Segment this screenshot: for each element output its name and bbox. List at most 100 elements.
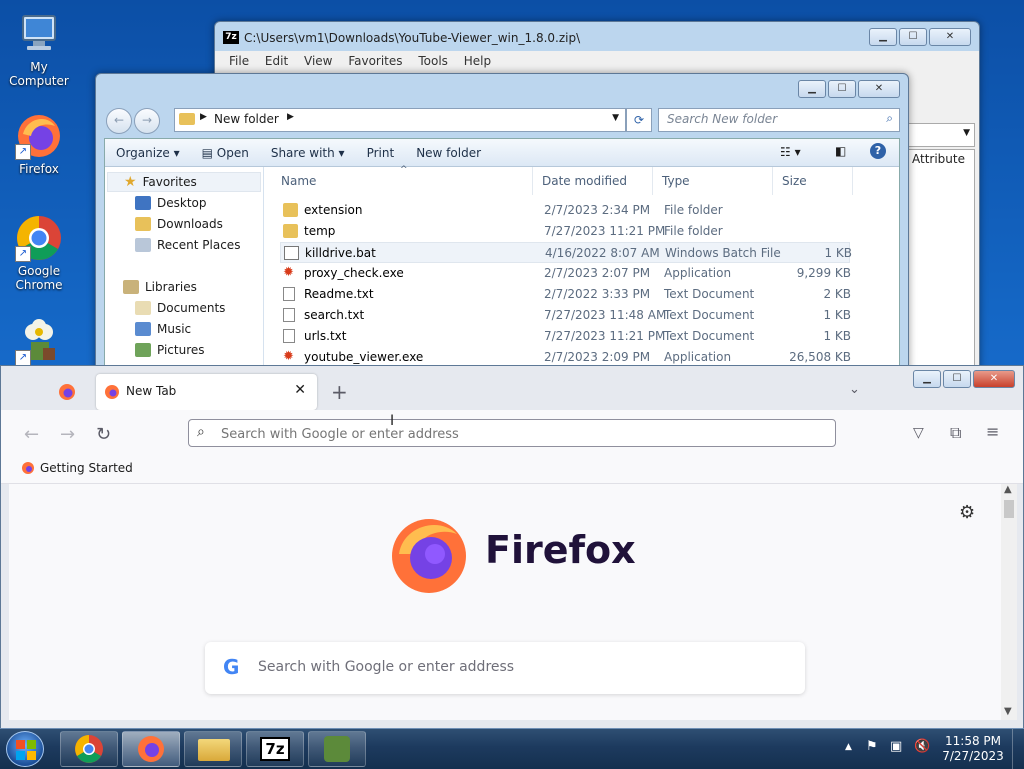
- close-tab-icon[interactable]: ✕: [294, 382, 306, 398]
- folder-icon: [283, 224, 298, 238]
- preview-pane-icon[interactable]: ◧: [835, 144, 846, 158]
- taskbar-7zip[interactable]: 7z: [246, 731, 304, 767]
- back-arrow-icon[interactable]: ←: [24, 424, 39, 445]
- file-list: Name ^ Date modified Type Size extension…: [272, 165, 899, 373]
- column-header-type[interactable]: Type: [653, 167, 773, 195]
- downloads-folder-icon: [135, 217, 151, 231]
- menu-icon[interactable]: ≡: [986, 422, 999, 441]
- file-type: Text Document: [664, 287, 755, 301]
- organize-button[interactable]: Organize ▾: [105, 146, 191, 160]
- view-options-icon[interactable]: ☷ ▾: [780, 145, 801, 159]
- menu-help[interactable]: Help: [464, 54, 491, 68]
- minimize-button[interactable]: ▁: [869, 28, 897, 46]
- column-header-attributes[interactable]: Attribute: [912, 152, 974, 166]
- column-header-size[interactable]: Size: [773, 167, 853, 195]
- taskbar-flower-app[interactable]: [308, 731, 366, 767]
- desktop-icon-firefox[interactable]: ↗ Firefox: [0, 112, 78, 176]
- chevron-down-icon[interactable]: ▼: [612, 113, 619, 123]
- show-hidden-icons[interactable]: ▲: [845, 742, 852, 752]
- menu-file[interactable]: File: [229, 54, 249, 68]
- close-button[interactable]: ✕: [929, 28, 971, 46]
- refresh-button[interactable]: ⟳: [626, 108, 652, 132]
- firefox-view-button[interactable]: [57, 382, 77, 402]
- scroll-down-icon[interactable]: ▼: [1004, 706, 1012, 717]
- file-row[interactable]: ✹ proxy_check.exe 2/7/2023 2:07 PM Appli…: [280, 263, 851, 284]
- reload-icon[interactable]: ↻: [96, 424, 111, 445]
- clock[interactable]: 11:58 PM 7/27/2023: [940, 734, 1006, 764]
- show-desktop-button[interactable]: [1012, 729, 1024, 769]
- scrollbar[interactable]: ▲ ▼: [1001, 484, 1017, 720]
- desktop-icon-google-chrome[interactable]: ↗ Google Chrome: [0, 214, 78, 292]
- taskbar: 7z ▲ ⚑ ▣ 🔇 11:58 PM 7/27/2023: [0, 728, 1024, 769]
- tab-new-tab[interactable]: New Tab ✕: [96, 374, 317, 410]
- taskbar-firefox[interactable]: [122, 731, 180, 767]
- file-size: 1 KB: [823, 329, 851, 343]
- nav-downloads[interactable]: Downloads: [135, 214, 223, 234]
- network-icon[interactable]: ▣: [890, 739, 902, 754]
- scrollbar-thumb[interactable]: [1004, 500, 1014, 518]
- minimize-button[interactable]: ▁: [913, 370, 941, 388]
- nav-documents[interactable]: Documents: [135, 298, 225, 318]
- pocket-icon[interactable]: ▽: [913, 425, 924, 441]
- list-all-tabs-icon[interactable]: ⌄: [849, 382, 860, 397]
- settings-gear-icon[interactable]: ⚙: [959, 502, 975, 523]
- maximize-button[interactable]: ☐: [899, 28, 927, 46]
- close-button[interactable]: ✕: [973, 370, 1015, 388]
- page-search-box[interactable]: G Search with Google or enter address: [205, 642, 805, 694]
- help-icon[interactable]: ?: [870, 143, 886, 159]
- taskbar-explorer[interactable]: [184, 731, 242, 767]
- nav-desktop[interactable]: Desktop: [135, 193, 207, 213]
- nav-favorites[interactable]: ★ Favorites: [107, 172, 261, 192]
- url-bar[interactable]: ⌕: [188, 419, 836, 447]
- column-header-date[interactable]: Date modified: [533, 167, 653, 195]
- file-type: Text Document: [664, 308, 755, 322]
- text-file-icon: [283, 287, 295, 301]
- print-button[interactable]: Print: [356, 146, 406, 160]
- sevenzip-path-dropdown[interactable]: ▼: [905, 123, 975, 147]
- explorer-window[interactable]: ▁ ☐ ✕ ← → ▶ New folder ▶ ▼ ⟳ Search New …: [95, 73, 909, 375]
- start-button[interactable]: [6, 731, 44, 767]
- new-tab-button[interactable]: +: [331, 380, 348, 404]
- breadcrumb[interactable]: New folder: [214, 112, 279, 126]
- extensions-icon[interactable]: ⧉: [950, 423, 961, 443]
- file-row[interactable]: search.txt 7/27/2023 11:48 AM Text Docum…: [280, 305, 851, 326]
- maximize-button[interactable]: ☐: [828, 80, 856, 98]
- bookmark-getting-started[interactable]: Getting Started: [21, 461, 133, 475]
- tab-title: New Tab: [126, 384, 177, 398]
- menu-tools[interactable]: Tools: [418, 54, 448, 68]
- nav-music[interactable]: Music: [135, 319, 191, 339]
- nav-recent-places[interactable]: Recent Places: [135, 235, 240, 255]
- back-button[interactable]: ←: [106, 108, 132, 134]
- menu-favorites[interactable]: Favorites: [348, 54, 402, 68]
- sevenzip-list[interactable]: Attribute: [905, 149, 975, 382]
- file-row[interactable]: urls.txt 7/27/2023 11:21 PM Text Documen…: [280, 326, 851, 347]
- forward-arrow-icon[interactable]: →: [60, 424, 75, 445]
- file-row[interactable]: Readme.txt 2/7/2022 3:33 PM Text Documen…: [280, 284, 851, 305]
- nav-pictures[interactable]: Pictures: [135, 340, 205, 360]
- minimize-button[interactable]: ▁: [798, 80, 826, 98]
- open-button[interactable]: ▤ Open: [191, 146, 260, 160]
- scroll-up-icon[interactable]: ▲: [1004, 484, 1012, 495]
- menu-edit[interactable]: Edit: [265, 54, 288, 68]
- share-with-button[interactable]: Share with ▾: [260, 146, 356, 160]
- url-input[interactable]: [219, 423, 823, 445]
- forward-button[interactable]: →: [134, 108, 160, 134]
- file-row[interactable]: temp 7/27/2023 11:21 PM File folder: [280, 221, 850, 242]
- taskbar-chrome[interactable]: [60, 731, 118, 767]
- address-bar[interactable]: ▶ New folder ▶ ▼: [174, 108, 626, 132]
- action-center-icon[interactable]: ⚑: [866, 739, 878, 754]
- desktop-icon-app[interactable]: ↗: [0, 318, 78, 368]
- search-box[interactable]: Search New folder ⌕: [658, 108, 900, 132]
- menu-view[interactable]: View: [304, 54, 332, 68]
- new-folder-button[interactable]: New folder: [405, 146, 492, 160]
- file-row[interactable]: extension 2/7/2023 2:34 PM File folder: [280, 200, 850, 221]
- file-row-selected[interactable]: killdrive.bat 4/16/2022 8:07 AM Windows …: [280, 242, 852, 263]
- close-button[interactable]: ✕: [858, 80, 900, 98]
- file-date: 4/16/2022 8:07 AM: [545, 246, 660, 260]
- flower-app-icon: ↗: [15, 318, 63, 366]
- maximize-button[interactable]: ☐: [943, 370, 971, 388]
- desktop-icon-my-computer[interactable]: My Computer: [0, 10, 78, 88]
- volume-muted-icon[interactable]: 🔇: [914, 739, 930, 754]
- nav-libraries[interactable]: Libraries: [123, 277, 197, 297]
- firefox-window[interactable]: New Tab ✕ + ⌄ ▁ ☐ ✕ ← → ↻ ⌕ I ▽ ⧉ ≡ Gett…: [0, 365, 1024, 730]
